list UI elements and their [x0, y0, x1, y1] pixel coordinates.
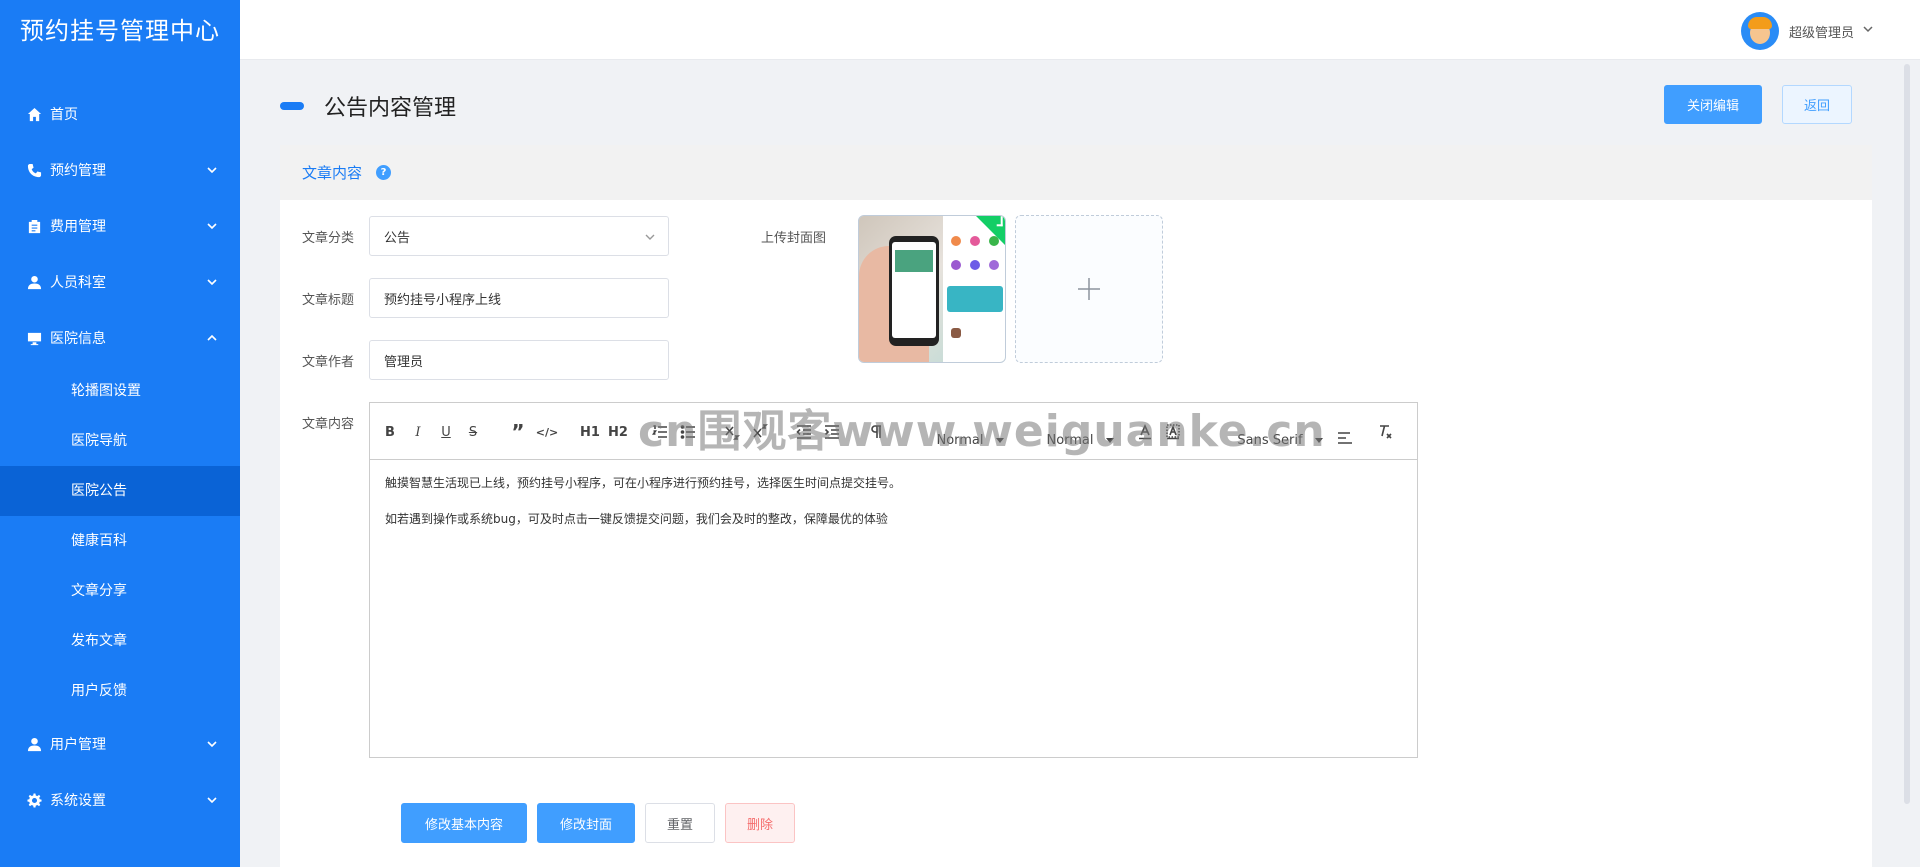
author-input[interactable]: 管理员 [369, 340, 669, 380]
page-title: 公告内容管理 [324, 96, 457, 121]
chevron-down-icon [1862, 23, 1874, 39]
underline-button[interactable]: U [438, 421, 454, 443]
plus-icon [1078, 278, 1100, 300]
author-value: 管理员 [384, 354, 424, 370]
user-menu[interactable]: 超级管理员 [1740, 12, 1874, 50]
article-card: 文章内容 ? 文章分类 公告 文章标题 预约挂号小程序上线 文章作者 管理员 上… [280, 145, 1872, 867]
cover-image-phone [889, 236, 939, 346]
page-scrollbar[interactable] [1904, 64, 1910, 804]
gear-icon [26, 792, 42, 808]
chevron-down-icon [644, 231, 656, 247]
watermark-text: cn围观客www.weiguanke.cn [638, 406, 1326, 457]
sidebar-item-users[interactable]: 用户管理 [0, 716, 240, 772]
editor-paragraph: 如若遇到操作或系统bug，可及时点击一键反馈提交问题，我们会及时的整改，保障最优… [385, 512, 888, 526]
reset-button[interactable]: 重置 [645, 803, 715, 843]
top-header: 超级管理员 [240, 0, 1920, 60]
cover-image-dot [951, 236, 961, 246]
sidebar-item-article-share[interactable]: 文章分享 [0, 566, 240, 616]
sidebar-item-home[interactable]: 首页 [0, 86, 240, 142]
help-icon[interactable]: ? [376, 165, 392, 180]
cover-image-banner [947, 286, 1003, 312]
delete-button[interactable]: 删除 [725, 803, 795, 843]
sidebar-item-carousel[interactable]: 轮播图设置 [0, 366, 240, 416]
edit-cover-button[interactable]: 修改封面 [537, 803, 635, 843]
category-value: 公告 [384, 230, 411, 246]
editor-content[interactable]: 触摸智慧生活现已上线，预约挂号小程序，可在小程序进行预约挂号，选择医生时间点提交… [370, 460, 1417, 560]
chevron-down-icon [206, 794, 218, 806]
chevron-down-icon [206, 738, 218, 750]
sidebar-item-feedback[interactable]: 用户反馈 [0, 666, 240, 716]
sidebar-item-label: 费用管理 [50, 219, 106, 235]
sidebar-item-label: 预约管理 [50, 163, 106, 179]
card-title: 文章内容 [302, 164, 363, 182]
cover-image-phone-banner [895, 250, 933, 272]
monitor-icon [26, 330, 42, 346]
header-1-button[interactable]: H1 [580, 421, 600, 443]
bold-button[interactable]: B [382, 421, 398, 443]
title-input[interactable]: 预约挂号小程序上线 [369, 278, 669, 318]
sidebar-item-hospital-nav[interactable]: 医院导航 [0, 416, 240, 466]
page-header: 公告内容管理 [280, 84, 456, 128]
close-edit-button[interactable]: 关闭编辑 [1664, 85, 1762, 124]
clipboard-icon [26, 218, 42, 234]
sidebar-item-appointments[interactable]: 预约管理 [0, 142, 240, 198]
blockquote-button[interactable]: ” [509, 420, 527, 444]
strike-button[interactable]: S [465, 421, 481, 443]
sidebar-menu: 首页 预约管理 费用管理 人员科室 医院信息 轮播图设置 医院导航 医院公告 健… [0, 86, 240, 828]
cover-label: 上传封面图 [761, 231, 827, 246]
cover-image[interactable] [858, 215, 1006, 363]
content-label: 文章内容 [302, 417, 355, 432]
avatar [1740, 12, 1779, 50]
sidebar-item-hospital-notice[interactable]: 医院公告 [0, 466, 240, 516]
clear-format-icon[interactable] [1375, 421, 1395, 443]
card-header: 文章内容 ? [280, 145, 1872, 200]
phone-icon [26, 162, 42, 178]
category-label: 文章分类 [302, 231, 355, 246]
title-value: 预约挂号小程序上线 [384, 292, 502, 308]
header-2-button[interactable]: H2 [608, 421, 628, 443]
cover-image-app-screen [943, 216, 1005, 362]
brand-title: 预约挂号管理中心 [20, 17, 220, 45]
sidebar-item-label: 医院信息 [50, 331, 106, 347]
sidebar-item-label: 系统设置 [50, 793, 106, 809]
sidebar: 预约挂号管理中心 首页 预约管理 费用管理 人员科室 医院信息 轮播图设置 医院… [0, 0, 240, 867]
chevron-down-icon [206, 220, 218, 232]
cover-image-dot [951, 328, 961, 338]
sidebar-item-label: 人员科室 [50, 275, 106, 291]
cover-image-dot [970, 260, 980, 270]
cover-image-dot [989, 260, 999, 270]
category-select[interactable]: 公告 [369, 216, 669, 256]
back-button[interactable]: 返回 [1782, 85, 1852, 124]
sidebar-item-health-wiki[interactable]: 健康百科 [0, 516, 240, 566]
user-name: 超级管理员 [1788, 25, 1854, 41]
code-block-button[interactable]: </> [536, 421, 558, 443]
edit-basic-content-button[interactable]: 修改基本内容 [401, 803, 527, 843]
add-cover-button[interactable] [1015, 215, 1163, 363]
sidebar-item-label: 首页 [50, 107, 78, 123]
cover-image-dot [970, 236, 980, 246]
sidebar-item-label: 用户管理 [50, 737, 106, 753]
author-label: 文章作者 [302, 355, 355, 370]
chevron-up-icon [206, 332, 218, 344]
cover-image-dot [951, 260, 961, 270]
sidebar-item-fees[interactable]: 费用管理 [0, 198, 240, 254]
user-icon [26, 736, 42, 752]
avatar-hair [1747, 17, 1772, 29]
sidebar-item-system-settings[interactable]: 系统设置 [0, 772, 240, 828]
chevron-down-icon [206, 276, 218, 288]
user-icon [26, 274, 42, 290]
cover-image-phone-screen [892, 242, 936, 338]
editor-paragraph: 触摸智慧生活现已上线，预约挂号小程序，可在小程序进行预约挂号，选择医生时间点提交… [385, 476, 902, 490]
sidebar-item-publish-article[interactable]: 发布文章 [0, 616, 240, 666]
title-label: 文章标题 [302, 293, 355, 308]
chevron-down-icon [206, 164, 218, 176]
align-icon[interactable] [1335, 427, 1355, 449]
sidebar-item-staff[interactable]: 人员科室 [0, 254, 240, 310]
hospital-info-submenu: 轮播图设置 医院导航 医院公告 健康百科 文章分享 发布文章 用户反馈 [0, 366, 240, 716]
home-icon [26, 106, 42, 122]
italic-button[interactable]: I [410, 421, 426, 443]
title-marker [280, 102, 304, 110]
sidebar-item-hospital-info[interactable]: 医院信息 [0, 310, 240, 366]
